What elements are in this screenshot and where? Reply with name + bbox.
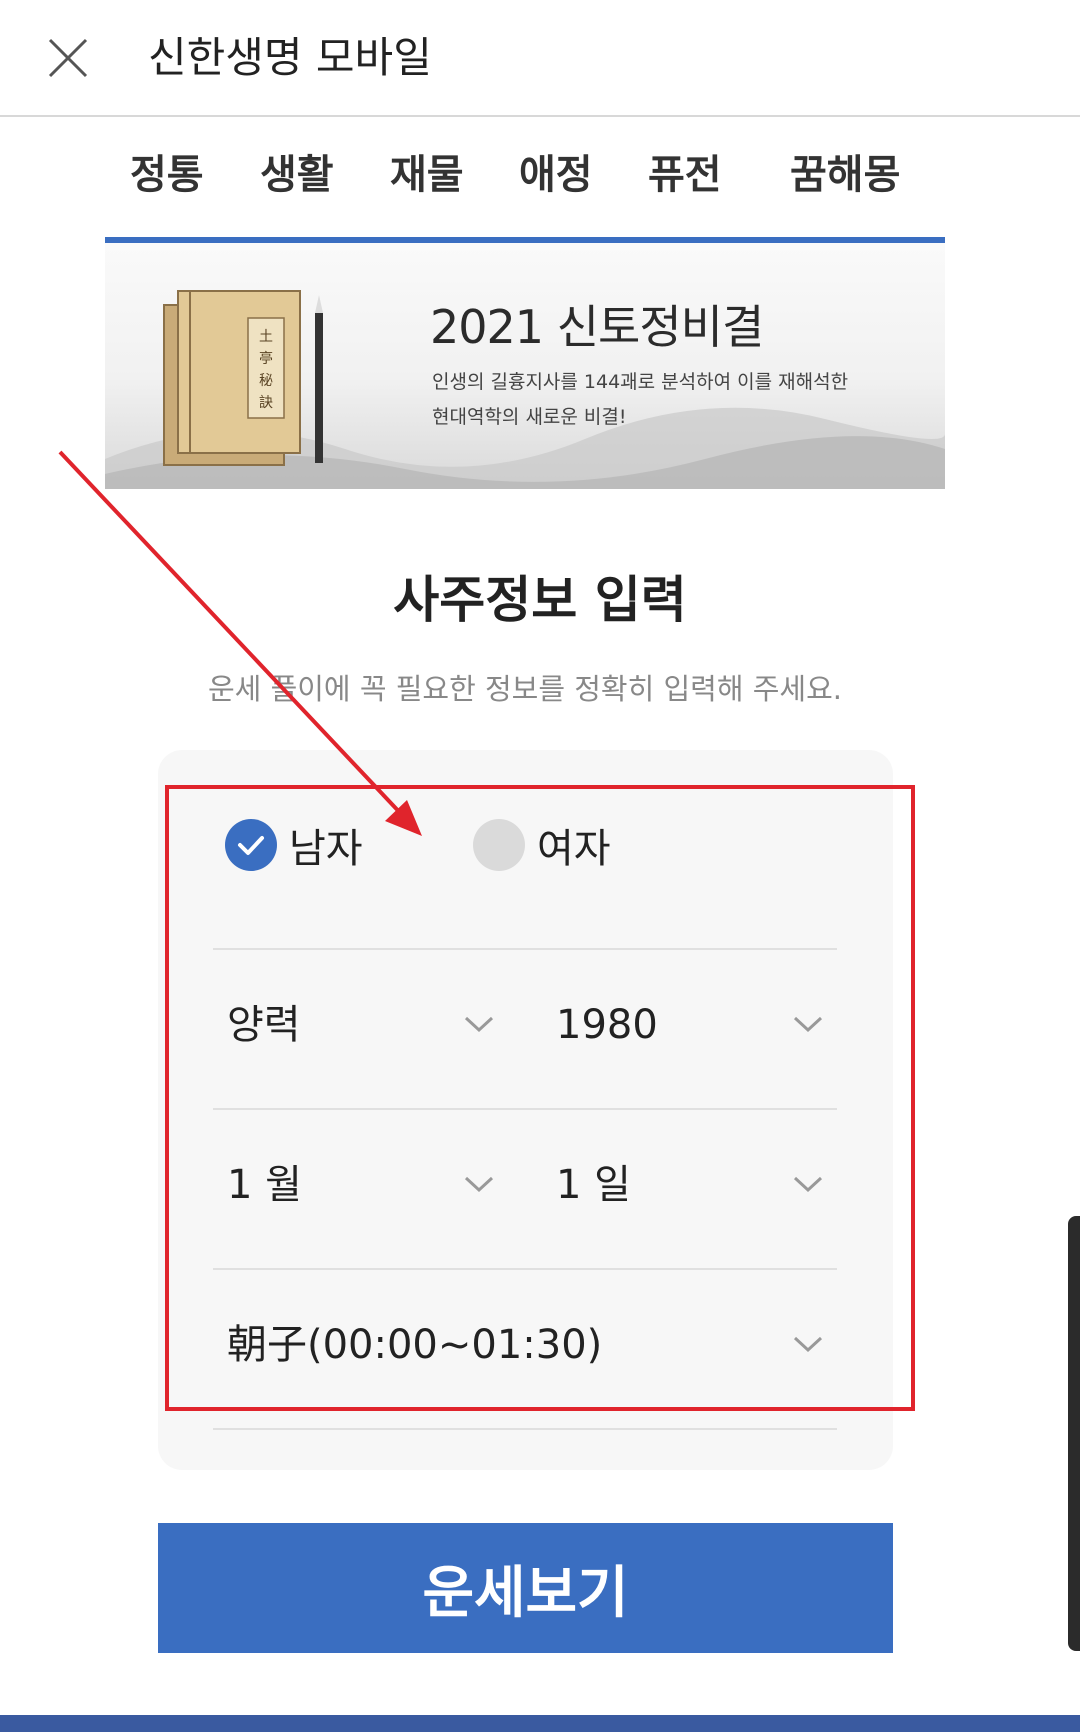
- tab-dream[interactable]: 꿈해몽: [790, 140, 900, 210]
- chevron-down-icon: [464, 1016, 494, 1033]
- divider: [213, 948, 837, 950]
- year-value: 1980: [556, 1002, 658, 1048]
- section-title: 사주정보 입력: [393, 571, 687, 629]
- gender-female-radio[interactable]: 여자: [473, 810, 611, 880]
- divider: [213, 1108, 837, 1110]
- fortune-submit-button[interactable]: 운세보기: [158, 1523, 893, 1653]
- app-header: 신한생명 모바일: [0, 0, 1080, 117]
- section-subtitle: 운세 풀이에 꼭 필요한 정보를 정확히 입력해 주세요.: [207, 672, 843, 706]
- month-select[interactable]: 1 월: [213, 1145, 503, 1225]
- tab-love[interactable]: 애정: [519, 140, 593, 210]
- birth-hour-select[interactable]: 朝子(00:00~01:30): [213, 1305, 837, 1385]
- year-select[interactable]: 1980: [542, 985, 837, 1065]
- tab-traditional[interactable]: 정통: [130, 140, 204, 210]
- check-icon: [225, 819, 277, 871]
- chevron-down-icon: [793, 1176, 823, 1193]
- divider: [213, 1428, 837, 1430]
- chevron-down-icon: [793, 1016, 823, 1033]
- gender-female-label: 여자: [537, 826, 611, 872]
- svg-text:訣: 訣: [259, 395, 273, 411]
- gender-male-radio[interactable]: 남자: [225, 810, 363, 880]
- banner-subtitle-line2: 현대역학의 새로운 비결!: [432, 406, 627, 428]
- chevron-down-icon: [464, 1176, 494, 1193]
- day-select[interactable]: 1 일: [542, 1145, 837, 1225]
- bottom-bar: [0, 1715, 1080, 1732]
- svg-text:亭: 亭: [259, 350, 273, 367]
- scroll-handle[interactable]: [1068, 1216, 1080, 1651]
- banner-subtitle-line1: 인생의 길흉지사를 144괘로 분석하여 이를 재해석한: [432, 371, 849, 393]
- calendar-type-value: 양력: [227, 1002, 301, 1048]
- gender-male-label: 남자: [289, 826, 363, 872]
- close-icon[interactable]: [44, 34, 92, 82]
- book-illustration: 土 亭 秘 訣: [160, 283, 340, 473]
- banner-subtitle: 인생의 길흉지사를 144괘로 분석하여 이를 재해석한 현대역학의 새로운 비…: [432, 365, 848, 435]
- svg-text:秘: 秘: [259, 373, 273, 389]
- tab-life[interactable]: 생활: [260, 140, 334, 210]
- calendar-type-select[interactable]: 양력: [213, 985, 503, 1065]
- radio-empty-icon: [473, 819, 525, 871]
- month-value: 1 월: [227, 1162, 302, 1208]
- tab-wealth[interactable]: 재물: [390, 140, 464, 210]
- tab-fusion[interactable]: 퓨전: [648, 140, 722, 210]
- svg-text:土: 土: [259, 329, 273, 345]
- chevron-down-icon: [793, 1336, 823, 1353]
- header-title: 신한생명 모바일: [148, 33, 432, 82]
- birth-hour-value: 朝子(00:00~01:30): [227, 1322, 603, 1368]
- banner-title: 2021 신토정비결: [430, 300, 764, 354]
- category-tabs: 정통 생활 재물 애정 퓨전 꿈해몽: [0, 140, 1080, 210]
- divider: [213, 1268, 837, 1270]
- promo-banner[interactable]: 土 亭 秘 訣 2021 신토정비결 인생의 길흉지사를 144괘로 분석하여 …: [105, 237, 945, 489]
- day-value: 1 일: [556, 1162, 631, 1208]
